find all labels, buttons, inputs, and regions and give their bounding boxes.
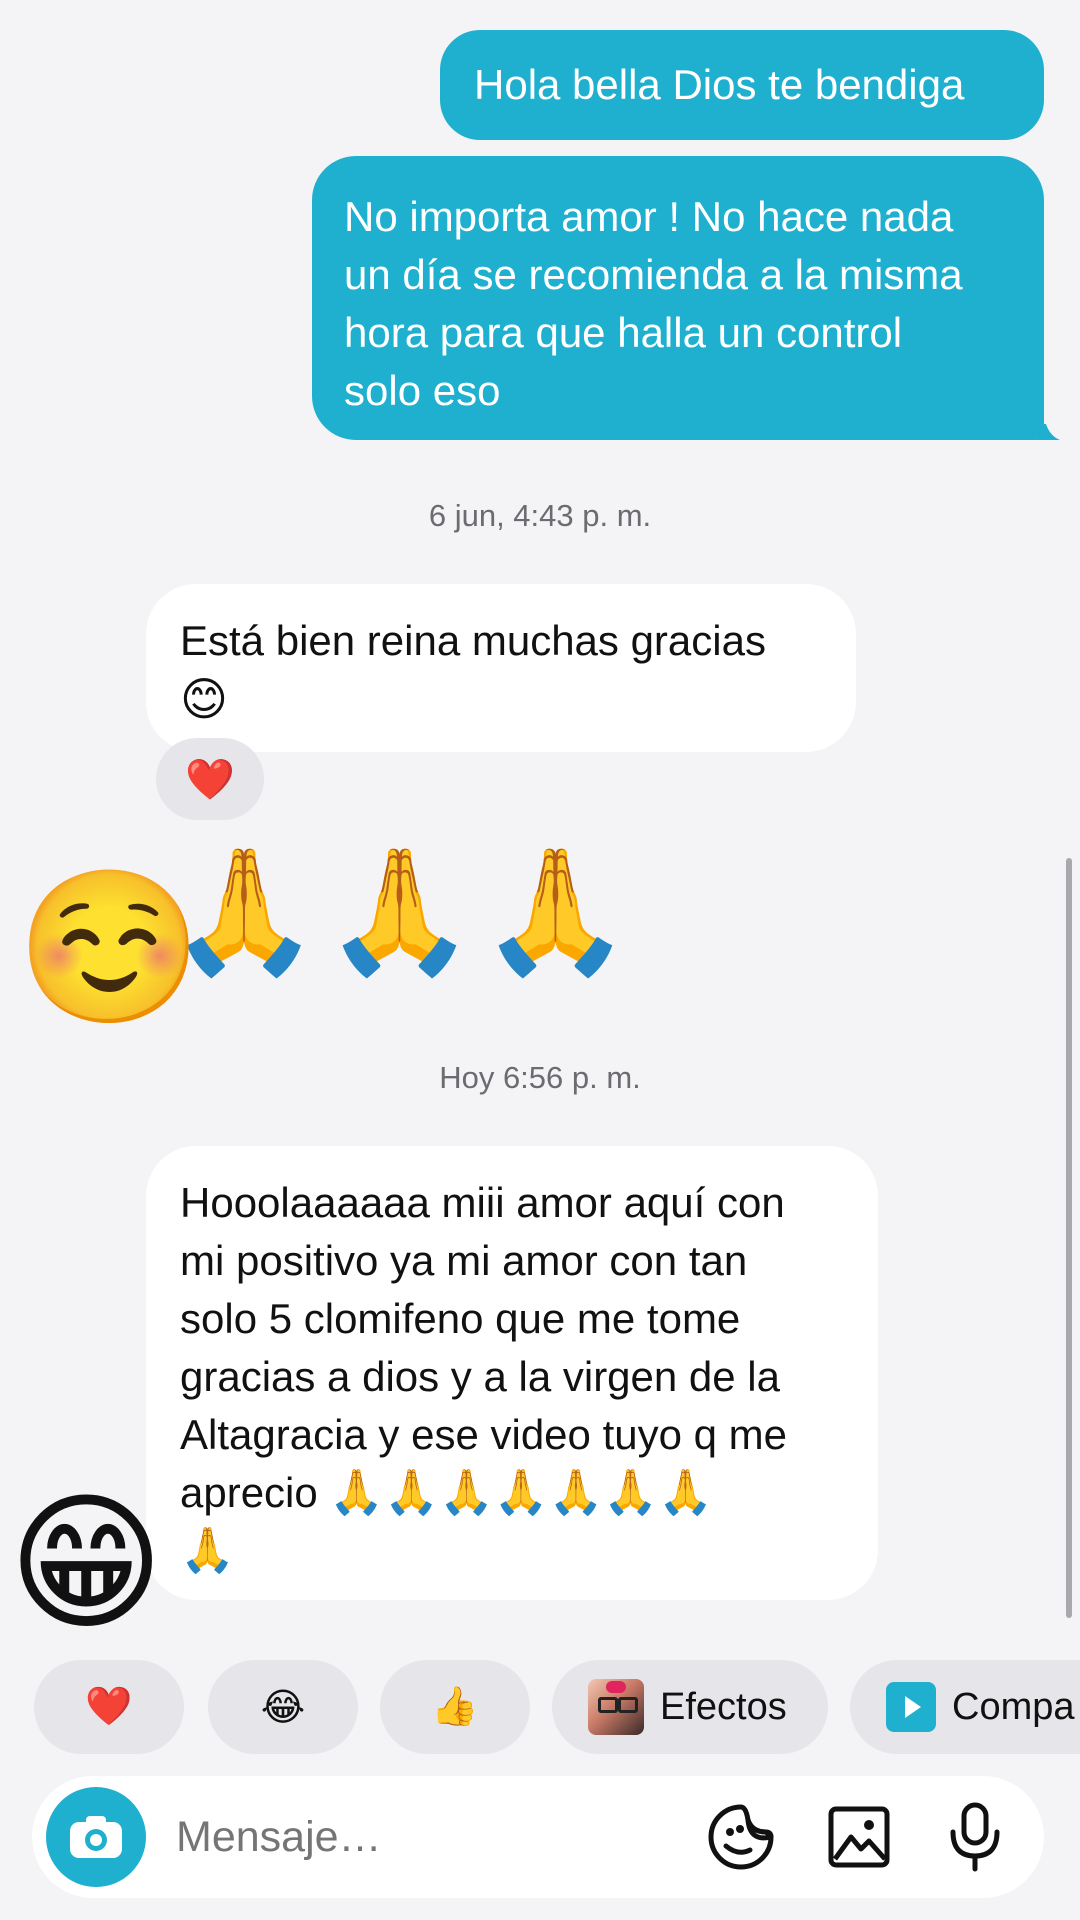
incoming-message[interactable]: Hooolaaaaaa miii amor aquí con mi positi… — [146, 1146, 878, 1600]
heart-reaction-badge[interactable]: ❤️ — [156, 738, 264, 820]
timestamp: 6 jun, 4:43 p. m. — [428, 498, 652, 533]
outgoing-message[interactable]: Hola bella Dios te bendiga — [440, 30, 1044, 140]
message-line: No importa amor ! No hace nada — [344, 193, 954, 240]
message-line: mi positivo ya mi amor con tan — [180, 1237, 748, 1284]
smiling-face-avatar[interactable]: ☺️ — [16, 872, 203, 1022]
tears-of-joy-icon: 😂 — [260, 1686, 306, 1729]
camera-button[interactable] — [46, 1787, 146, 1887]
timestamp: Hoy 6:56 p. m. — [439, 1060, 641, 1095]
microphone-button[interactable] — [938, 1800, 1012, 1874]
scrollbar[interactable] — [1066, 858, 1072, 1618]
outgoing-message[interactable]: No importa amor ! No hace nada un día se… — [312, 156, 1044, 440]
effects-label: Efectos — [660, 1685, 787, 1728]
share-label: Compa — [952, 1685, 1075, 1728]
incoming-message[interactable]: Está bien reina muchas gracias 😊 — [146, 584, 856, 752]
message-emoji: 😊 — [180, 673, 228, 725]
camera-icon — [70, 1816, 122, 1858]
thumbs-up-icon: 👍 — [431, 1686, 479, 1728]
quick-reactions-bar: ❤️ 😂 👍 Efectos Compa — [0, 1660, 1080, 1754]
sticker-button[interactable] — [704, 1800, 778, 1874]
praying-hands-emoji-message[interactable]: 🙏🙏🙏 — [168, 850, 636, 972]
gallery-button[interactable] — [822, 1800, 896, 1874]
praying-hands-emoji: 🙏 — [180, 1526, 235, 1575]
message-line: Está bien reina muchas gracias — [180, 617, 766, 664]
share-button[interactable]: Compa — [850, 1660, 1080, 1754]
grinning-face-avatar[interactable]: 😁 — [8, 1488, 164, 1638]
praying-hands-emoji: 🙏🙏🙏🙏🙏🙏🙏 — [329, 1468, 713, 1517]
gallery-icon — [828, 1806, 890, 1868]
sticker-icon — [708, 1804, 774, 1870]
message-line: Hooolaaaaaa miii amor aquí con — [180, 1179, 785, 1226]
bubble-tail — [1036, 424, 1060, 440]
message-line: gracias a dios y a la virgen de la — [180, 1353, 780, 1400]
microphone-icon — [950, 1802, 1000, 1872]
share-play-icon — [886, 1682, 936, 1732]
message-line: solo 5 clomifeno que me tome — [180, 1295, 741, 1342]
heart-icon: ❤️ — [185, 757, 235, 802]
message-text: Hola bella Dios te bendiga — [474, 61, 965, 108]
thumbs-up-reaction-button[interactable]: 👍 — [380, 1660, 530, 1754]
message-line: aprecio 🙏🙏🙏🙏🙏🙏🙏 — [180, 1464, 878, 1522]
message-input[interactable] — [174, 1806, 698, 1868]
effects-button[interactable]: Efectos — [552, 1660, 828, 1754]
heart-icon: ❤️ — [85, 1686, 133, 1728]
message-composer — [32, 1776, 1044, 1898]
message-line: un día se recomienda a la misma — [344, 251, 963, 298]
message-line: solo eso — [344, 367, 501, 414]
laughing-reaction-button[interactable]: 😂 — [208, 1660, 358, 1754]
message-line: hora para que halla un control — [344, 309, 903, 356]
effects-avatar-icon — [588, 1679, 644, 1735]
message-line: Altagracia y ese video tuyo q me — [180, 1411, 787, 1458]
message-text: aprecio — [180, 1469, 330, 1516]
heart-reaction-button[interactable]: ❤️ — [34, 1660, 184, 1754]
